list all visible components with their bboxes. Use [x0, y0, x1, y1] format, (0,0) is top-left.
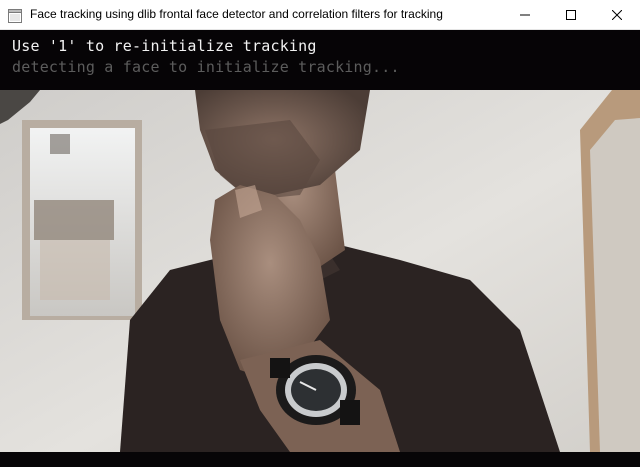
window-title: Face tracking using dlib frontal face de…: [30, 7, 443, 21]
maximize-button[interactable]: [548, 0, 594, 29]
title-bar[interactable]: Face tracking using dlib frontal face de…: [0, 0, 640, 30]
webcam-image: [0, 90, 640, 452]
video-canvas[interactable]: Use '1' to re-initialize tracking detect…: [0, 30, 640, 467]
close-icon: [612, 9, 622, 20]
minimize-button[interactable]: [502, 0, 548, 29]
tracking-status-text: detecting a face to initialize tracking.…: [12, 58, 400, 76]
maximize-icon: [566, 9, 576, 20]
instruction-text: Use '1' to re-initialize tracking: [12, 37, 317, 55]
bottom-border: [0, 452, 640, 467]
minimize-icon: [520, 10, 530, 20]
close-button[interactable]: [594, 0, 640, 29]
app-window-icon[interactable]: [8, 8, 22, 23]
camera-frame: [0, 90, 640, 452]
